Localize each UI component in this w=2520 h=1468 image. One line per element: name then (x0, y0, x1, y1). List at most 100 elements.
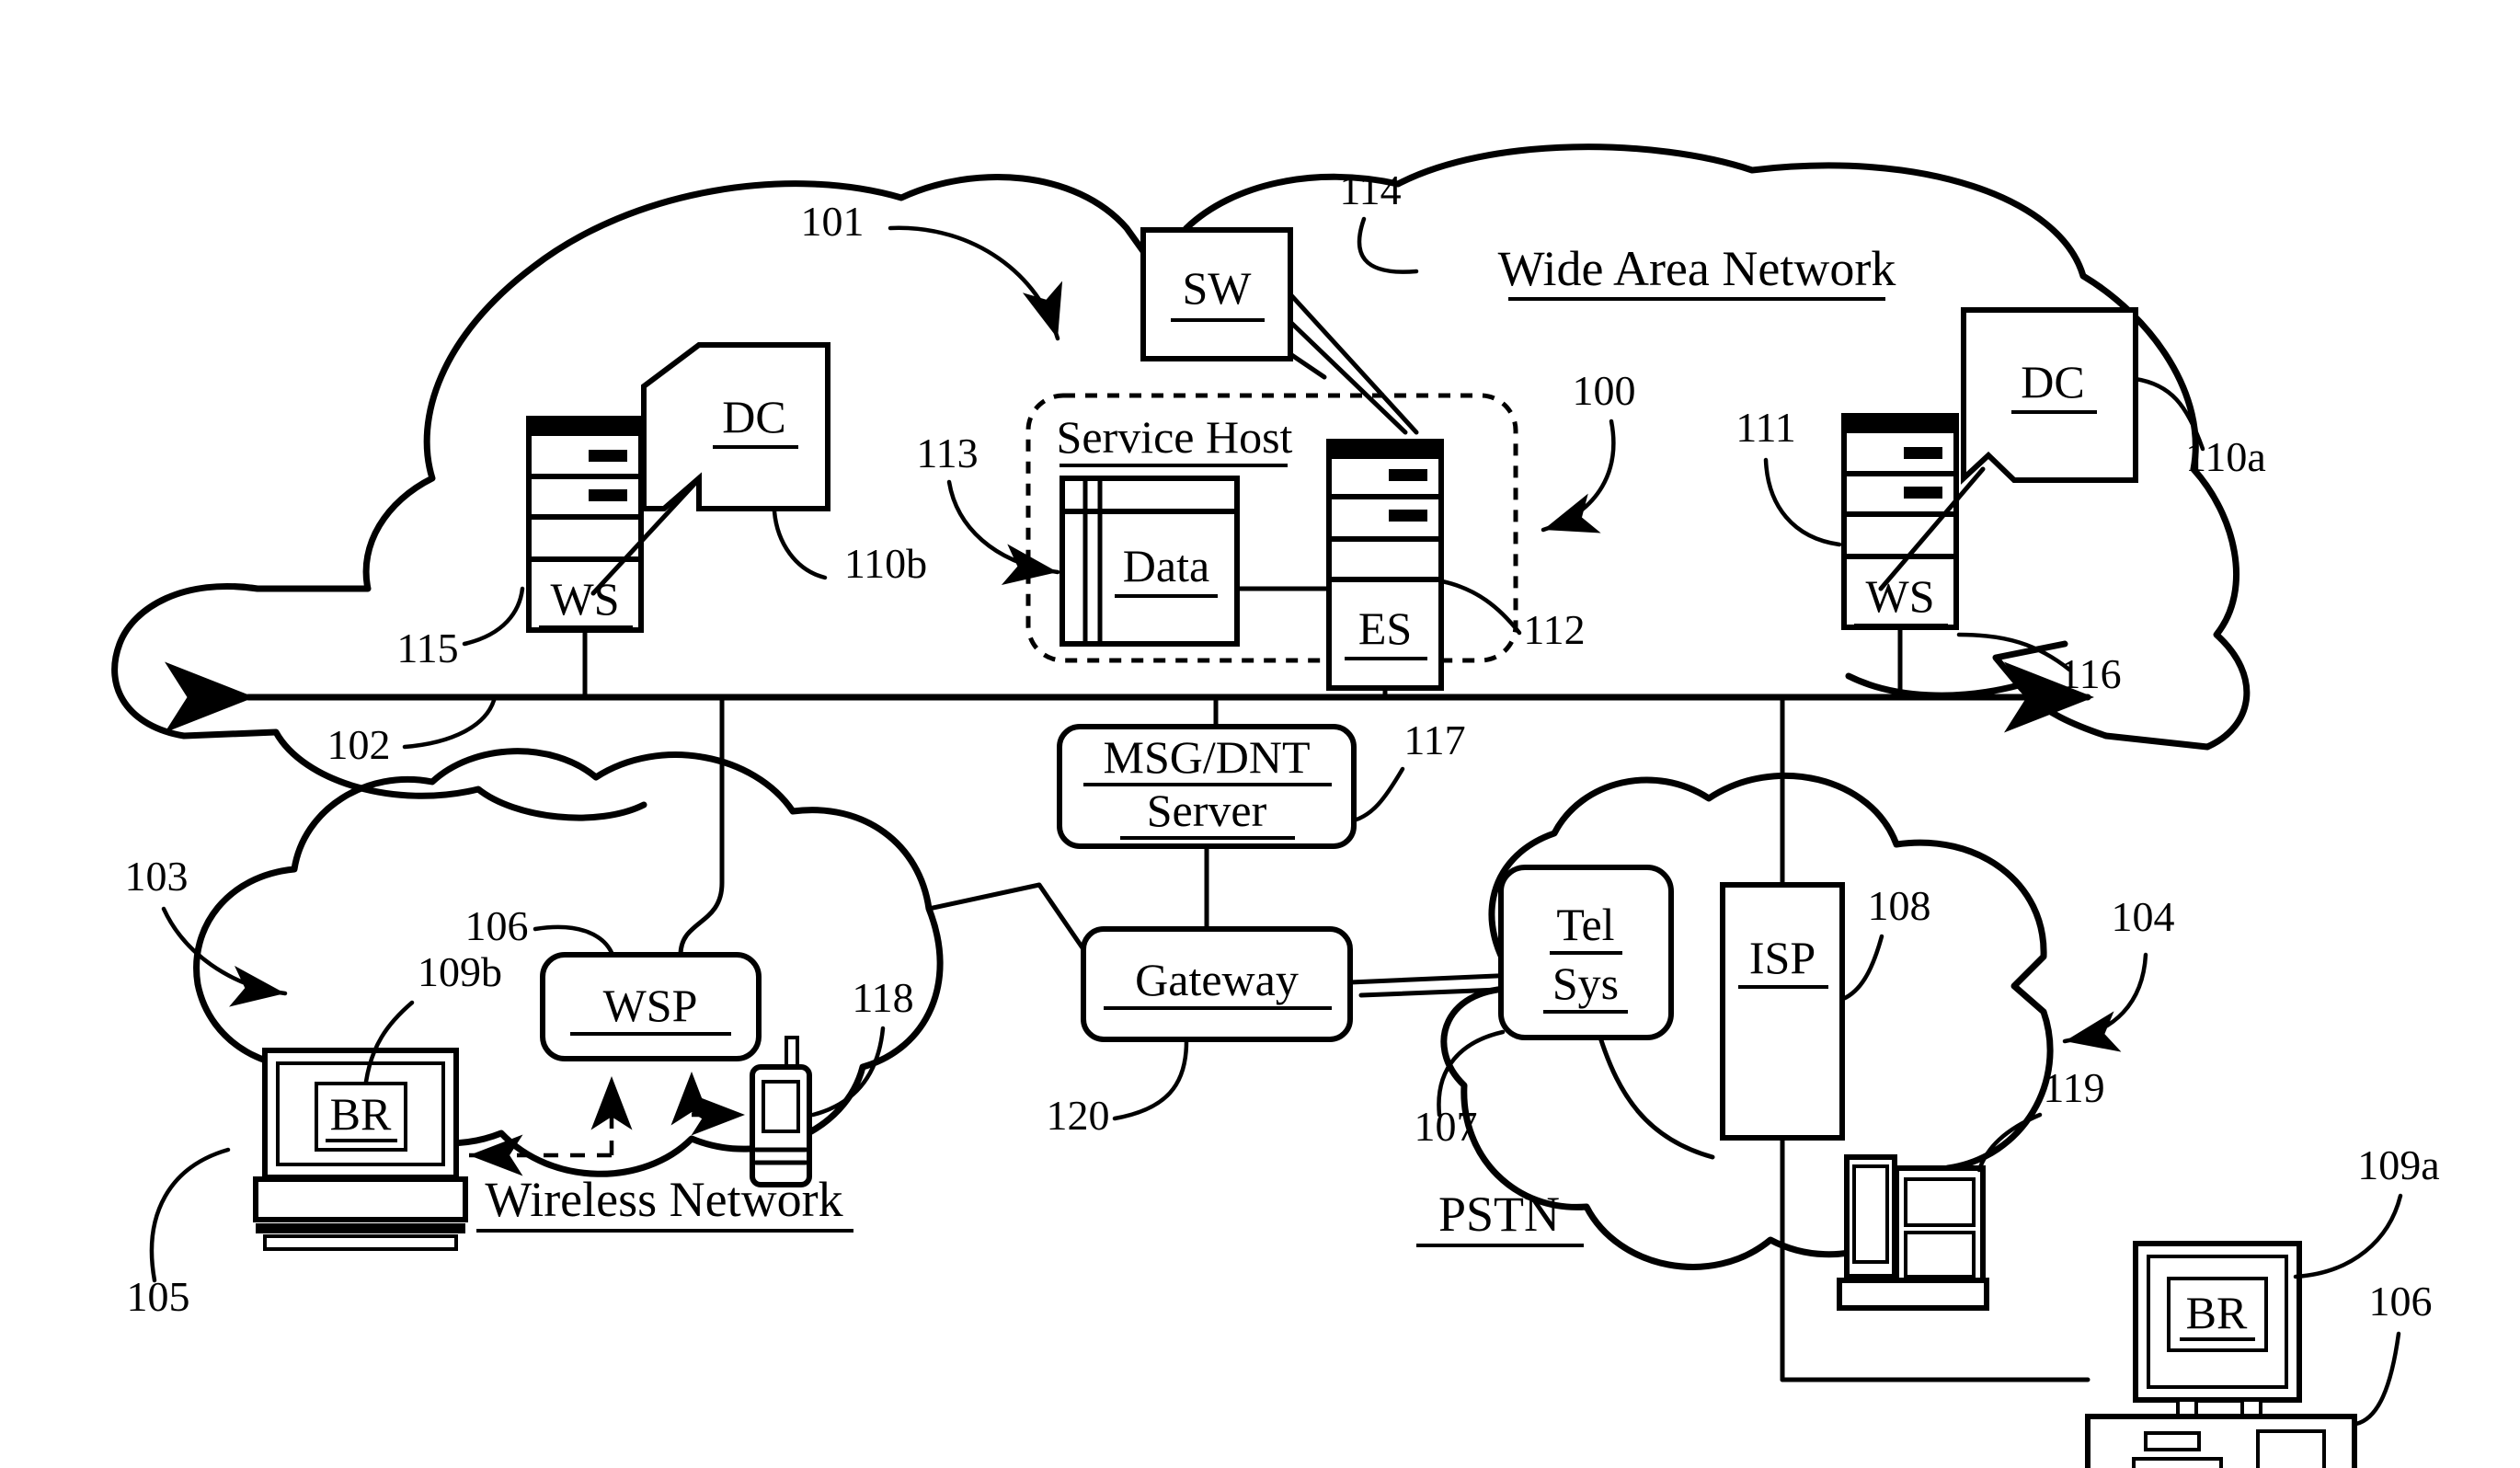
es-top-bezel (1332, 444, 1438, 459)
ref-111-leader (1763, 457, 1842, 547)
desktop-br-label: BR (2186, 1287, 2248, 1338)
ref-105: 105 (127, 1273, 190, 1320)
msg-dnt-server-node[interactable]: MSG/DNT Server (1057, 724, 1357, 849)
ref-114: 114 (1339, 166, 1401, 213)
ref-104: 104 (2112, 893, 2175, 940)
ws-left-slot-2 (589, 489, 627, 501)
network-diagram-svg: Wide Area Network SW 114 101 WS DC 110b … (111, 143, 2440, 1468)
ws-left-label: WS (551, 573, 620, 625)
ref-103-leader (161, 906, 288, 1007)
ref-109a-leader (2293, 1193, 2403, 1279)
ref-102-leader (402, 694, 498, 750)
ref-106-right: 106 (2369, 1278, 2433, 1325)
laptop-keyboard (253, 1176, 468, 1222)
ref-110b-leader (772, 509, 828, 580)
sw-to-es-callout-a (1288, 292, 1419, 435)
ref-115: 115 (396, 625, 458, 671)
ref-119: 119 (2043, 1064, 2104, 1111)
ref-106-left-leader (533, 924, 615, 958)
ws-left-slot-1 (589, 450, 627, 462)
wan-label: Wide Area Network (1498, 241, 1896, 296)
ref-101: 101 (801, 198, 865, 245)
ref-101-leader (888, 225, 1063, 341)
mobile-phone-node[interactable] (750, 1036, 812, 1187)
ref-112-leader (1439, 579, 1522, 636)
desktop-floppy-slot (2132, 1457, 2223, 1468)
ref-106-left: 106 (465, 902, 529, 949)
sw-label: SW (1183, 262, 1253, 314)
phone-screen (762, 1080, 800, 1133)
ref-113: 113 (916, 430, 978, 476)
desktop-drive-slot (2144, 1431, 2201, 1451)
ref-100-leader (1541, 419, 1616, 533)
ref-103: 103 (125, 853, 189, 900)
ref-102: 102 (327, 721, 391, 768)
ref-117-leader (1351, 766, 1405, 823)
wsp-to-bus-link (678, 694, 725, 958)
es-node[interactable]: ES (1326, 439, 1444, 691)
dc-left-label: DC (722, 391, 785, 442)
ref-107: 107 (1415, 1103, 1478, 1150)
msg-dnt-label-1: MSG/DNT (1103, 731, 1310, 783)
ref-112: 112 (1523, 606, 1585, 653)
sw-notch (1288, 351, 1327, 380)
desktop-node[interactable]: BR (2085, 1241, 2357, 1468)
telephone-base (1837, 1278, 1989, 1311)
es-slot-2 (1389, 510, 1427, 522)
es-slot-1 (1389, 469, 1427, 481)
dc-left-callout: DC (641, 342, 830, 511)
ref-108-leader (1840, 934, 1884, 1002)
ref-109b: 109b (418, 948, 502, 995)
tel-sys-node[interactable]: Tel Sys (1498, 865, 1674, 1040)
wsp-label: WSP (603, 980, 698, 1031)
ref-113-leader (946, 479, 1060, 585)
ref-105-leader (149, 1147, 231, 1283)
ref-104-leader (2062, 952, 2148, 1052)
sw-node[interactable]: SW (1140, 227, 1293, 361)
service-host-label: Service Host (1057, 411, 1293, 463)
telsys-down-link (1598, 1035, 1715, 1160)
pstn-label: PSTN (1438, 1187, 1560, 1242)
ref-108: 108 (1868, 882, 1931, 929)
ref-116: 116 (2059, 650, 2121, 697)
sw-to-es-callout-b (1288, 319, 1408, 435)
ref-100: 100 (1573, 367, 1636, 414)
diagram-canvas: Wide Area Network SW 114 101 WS DC 110b … (0, 0, 2520, 1468)
telephone-handset-inner (1852, 1164, 1889, 1264)
isp-node[interactable]: ISP (1720, 882, 1845, 1141)
laptop-node[interactable]: BR (253, 1048, 468, 1251)
ws-left-node[interactable]: WS (526, 416, 644, 633)
ref-117: 117 (1403, 717, 1465, 763)
ref-118: 118 (852, 974, 913, 1021)
msg-dnt-label-2: Server (1147, 785, 1267, 836)
tel-sys-label-1: Tel (1556, 899, 1614, 950)
desktop-side-panel (2256, 1429, 2326, 1468)
ref-115-leader (462, 586, 525, 647)
telephone-keypad (1904, 1231, 1976, 1279)
gateway-label: Gateway (1135, 954, 1299, 1005)
ref-110b: 110b (844, 540, 927, 587)
data-store-node[interactable]: Data (1060, 476, 1240, 647)
laptop-base-edge (256, 1223, 465, 1233)
ref-120-leader (1112, 1038, 1189, 1121)
ws-right-label: WS (1866, 570, 1935, 622)
isp-box[interactable] (1720, 882, 1845, 1141)
ws-right-slot-1 (1904, 447, 1942, 459)
ws-right-slot-2 (1904, 487, 1942, 499)
laptop-br-label: BR (330, 1088, 392, 1140)
wsp-node[interactable]: WSP (540, 952, 762, 1061)
ws-left-top-bezel (532, 421, 638, 436)
ref-106-right-leader (2354, 1331, 2401, 1427)
telephone-display (1904, 1177, 1976, 1227)
dc-right-label: DC (2021, 356, 2084, 407)
gateway-to-wireless-link (926, 882, 1086, 952)
ref-109a: 109a (2357, 1141, 2439, 1188)
isp-label: ISP (1749, 932, 1816, 983)
gateway-node[interactable]: Gateway (1081, 926, 1353, 1042)
dc-right-callout: DC (1961, 307, 2138, 485)
data-label: Data (1123, 540, 1209, 591)
tel-sys-label-2: Sys (1552, 958, 1619, 1009)
ws-right-top-bezel (1847, 419, 1953, 433)
telephone-node[interactable] (1837, 1154, 1989, 1311)
ref-120: 120 (1047, 1092, 1110, 1139)
